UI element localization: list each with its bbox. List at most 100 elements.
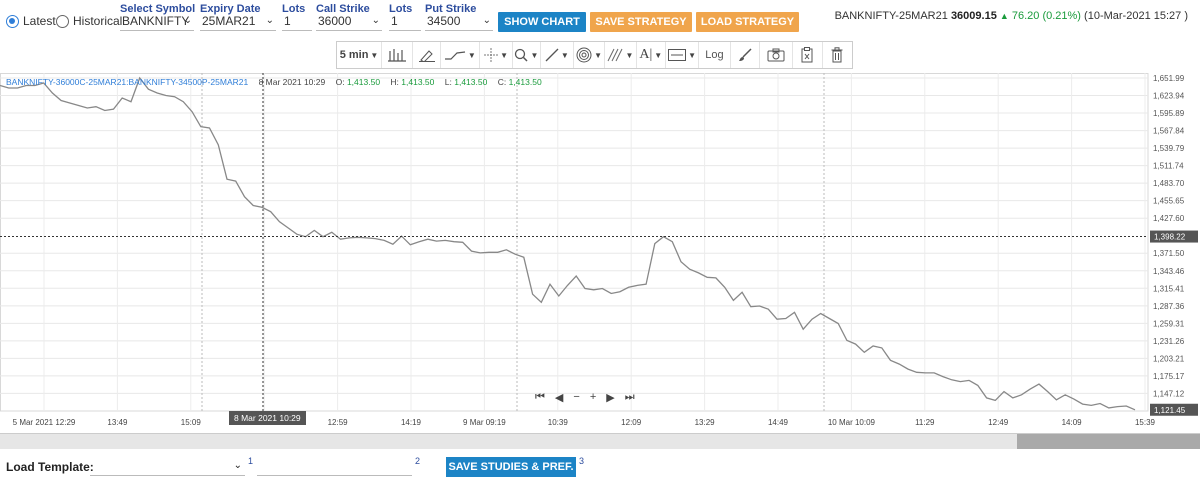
legend-o-label: O:: [335, 77, 345, 87]
series-legend: BANKNIFTY-36000C-25MAR21:BANKNIFTY-34500…: [6, 77, 542, 87]
line-type-icon[interactable]: ▼: [441, 42, 480, 68]
radio-historical-dot[interactable]: [56, 14, 69, 28]
next-icon[interactable]: ▶: [606, 391, 614, 404]
y-tick-label: 1,651.99: [1153, 74, 1185, 83]
help-marker-3: 3: [579, 456, 585, 466]
prev-icon[interactable]: ◀: [555, 391, 563, 404]
save-strategy-button[interactable]: SAVE STRATEGY: [590, 12, 692, 32]
y-tick-label: 1,539.79: [1153, 144, 1185, 153]
clipboard-delete-icon[interactable]: [793, 42, 823, 68]
y-tick-label: 1,147.12: [1153, 389, 1185, 398]
caret-down-icon: ▼: [688, 50, 697, 60]
radio-historical[interactable]: Historical: [56, 14, 122, 28]
chart-area[interactable]: 1,651.99 1,623.94 1,595.89 1,567.84 1,539.79…: [0, 73, 1200, 431]
bars-icon[interactable]: [382, 42, 414, 68]
caret-down-icon: ▼: [530, 50, 539, 60]
log-scale-button[interactable]: Log: [699, 42, 731, 68]
trash-icon[interactable]: [823, 42, 852, 68]
pattern-icon[interactable]: ▼: [605, 42, 637, 68]
x-tick-label: 11:29: [915, 418, 935, 427]
top-controls: Latest Historical Select Symbol BANKNIFT…: [0, 0, 1200, 40]
last-icon[interactable]: ⏭: [625, 391, 635, 404]
fibonacci-circle-icon[interactable]: ▼: [574, 42, 606, 68]
legend-l-label: L:: [444, 77, 452, 87]
zoom-in-icon[interactable]: +: [590, 391, 596, 404]
call-strike-select[interactable]: 36000 ⌄: [316, 13, 382, 31]
load-strategy-button[interactable]: LOAD STRATEGY: [696, 12, 799, 32]
trendline-icon[interactable]: ▼: [541, 42, 574, 68]
quote-ticker: BANKNIFTY-25MAR21 36009.15 ▲ 76.20 (0.21…: [835, 10, 1188, 22]
quote-time: (10-Mar-2021 15:27 ): [1084, 10, 1188, 22]
x-tick-label: 5 Mar 2021 12:29: [13, 418, 76, 427]
x-tick-label: 15:09: [181, 418, 202, 427]
price-chart[interactable]: 1,651.99 1,623.94 1,595.89 1,567.84 1,539.79…: [0, 73, 1200, 431]
legend-high: 1,413.50: [401, 77, 435, 87]
symbol-select[interactable]: BANKNIFTY ⌄: [120, 13, 194, 31]
expiry-value: 25MAR21: [202, 14, 256, 28]
expiry-select[interactable]: 25MAR21 ⌄: [200, 13, 276, 31]
scrollbar-thumb[interactable]: [1017, 434, 1200, 449]
draw-pen-icon[interactable]: [413, 42, 441, 68]
x-tick-label: 14:49: [768, 418, 789, 427]
x-tick-label: 10 Mar 10:09: [828, 418, 876, 427]
radio-latest-dot[interactable]: [6, 14, 19, 28]
brush-icon[interactable]: [731, 42, 760, 68]
x-tick-label: 14:09: [1062, 418, 1083, 427]
last-value-label: 1,121.45: [1154, 406, 1186, 415]
y-tick-label: 1,595.89: [1153, 109, 1185, 118]
zoom-icon[interactable]: ▼: [513, 42, 541, 68]
radio-historical-label: Historical: [73, 14, 123, 28]
lots2-input[interactable]: 1: [389, 13, 421, 31]
put-strike-select[interactable]: 34500 ⌄: [425, 13, 493, 31]
chevron-down-icon: ⌄: [371, 15, 380, 26]
y-tick-label: 1,231.26: [1153, 337, 1185, 346]
interval-select[interactable]: 5 min ▼: [337, 42, 383, 68]
y-tick-label: 1,343.46: [1153, 267, 1185, 276]
y-tick-label: 1,287.36: [1153, 302, 1185, 311]
crosshair-x-label: 8 Mar 2021 10:29: [229, 411, 306, 425]
caret-down-icon: ▼: [467, 50, 476, 60]
radio-latest[interactable]: Latest: [6, 14, 56, 28]
legend-series: BANKNIFTY-36000C-25MAR21:BANKNIFTY-34500…: [6, 77, 249, 87]
lots1-input[interactable]: 1: [282, 13, 312, 31]
measure-icon[interactable]: ▼: [666, 42, 700, 68]
x-tick-label: 12:59: [328, 418, 349, 427]
show-chart-button[interactable]: SHOW CHART: [498, 12, 586, 32]
x-tick-label: 9 Mar 09:19: [463, 418, 506, 427]
legend-open: 1,413.50: [346, 77, 381, 87]
first-icon[interactable]: ⏮: [535, 391, 545, 404]
x-tick-label: 15:39: [1135, 418, 1156, 427]
template-select[interactable]: ⌄: [90, 458, 245, 476]
template-label: Load Template:: [6, 460, 94, 474]
chevron-down-icon: ⌄: [482, 15, 491, 26]
x-tick-label: 12:09: [621, 418, 642, 427]
y-tick-label: 1,567.84: [1153, 127, 1185, 136]
x-tick-label: 10:39: [548, 418, 569, 427]
save-studies-button[interactable]: SAVE STUDIES & PREF.: [446, 457, 576, 477]
legend-h-label: H:: [390, 77, 399, 87]
crosshair-icon[interactable]: ▼: [480, 42, 514, 68]
zoom-out-icon[interactable]: −: [573, 391, 579, 404]
crosshair-y-label: 1,398.22: [1154, 233, 1186, 242]
caret-down-icon: ▼: [370, 50, 379, 60]
chart-toolbar: 5 min ▼ ▼ ▼ ▼ ▼ ▼ ▼ A| ▼ ▼ Log: [336, 41, 853, 69]
y-tick-label: 1,371.50: [1153, 249, 1185, 258]
chevron-down-icon: ⌄: [265, 15, 274, 26]
y-tick-label: 1,259.31: [1153, 319, 1185, 328]
text-icon[interactable]: A| ▼: [637, 42, 666, 68]
template-name-input[interactable]: [257, 458, 412, 476]
chevron-down-icon: ⌄: [183, 15, 192, 26]
caret-down-icon: ▼: [625, 50, 634, 60]
y-tick-label: 1,427.60: [1153, 214, 1185, 223]
chart-navigation: ⏮ ◀ − + ▶ ⏭: [535, 391, 635, 404]
help-marker-1: 1: [248, 456, 254, 466]
caret-down-icon: ▼: [560, 50, 569, 60]
chart-scrollbar[interactable]: [0, 433, 1200, 449]
caret-down-icon: ▼: [500, 50, 509, 60]
put-strike-value: 34500: [427, 14, 461, 28]
y-tick-label: 1,175.17: [1153, 372, 1185, 381]
quote-symbol: BANKNIFTY-25MAR21: [834, 10, 948, 22]
camera-icon[interactable]: [760, 42, 794, 68]
series-line: [0, 76, 1136, 411]
radio-latest-label: Latest: [23, 14, 56, 28]
